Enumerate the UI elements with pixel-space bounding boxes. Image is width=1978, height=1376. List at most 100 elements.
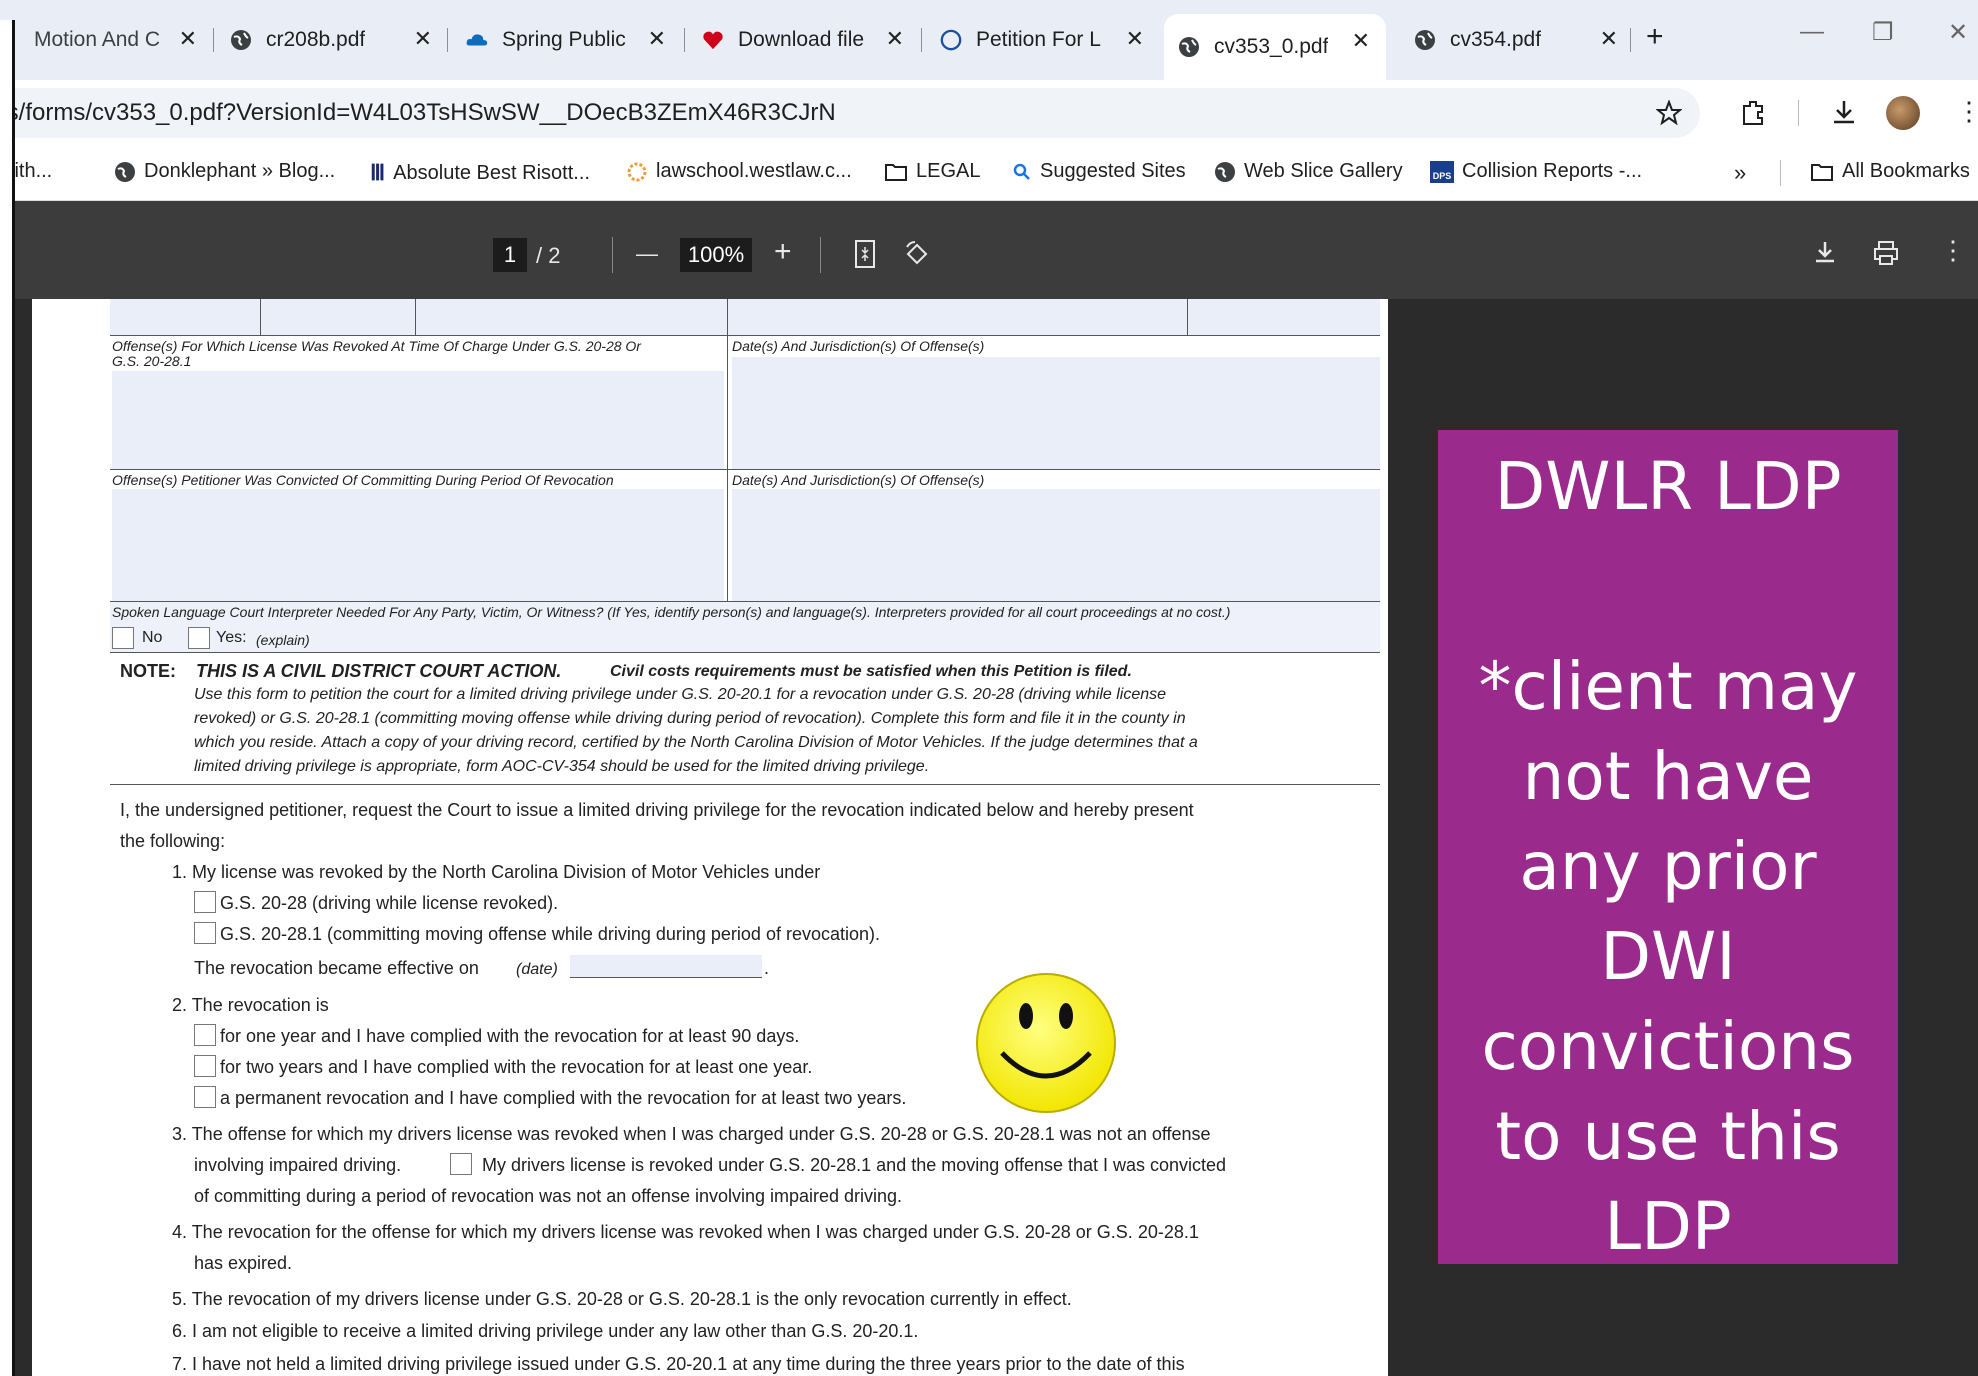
tab-label: cv353_0.pdf [1214, 35, 1329, 58]
close-window-button[interactable]: ✕ [1948, 18, 1968, 47]
close-icon[interactable]: ✕ [1126, 26, 1144, 52]
item-3b: involving impaired driving. [194, 1155, 402, 1175]
page-number-input[interactable]: 1 [493, 238, 527, 272]
avatar[interactable] [1886, 96, 1920, 130]
item-1c-date-label: (date) [516, 961, 558, 978]
item-2b-checkbox[interactable] [194, 1055, 216, 1077]
item-2: 2. The revocation is [172, 995, 329, 1015]
interpreter-no-checkbox[interactable] [112, 627, 134, 649]
page-count: / 2 [536, 243, 561, 268]
offense-convicted-field[interactable] [112, 489, 724, 601]
heart-icon [703, 31, 723, 50]
bookmark-item[interactable]: Ⅲ Absolute Best Risott... [370, 160, 590, 186]
date-jurisdiction-field[interactable] [732, 357, 1380, 469]
all-bookmarks[interactable]: All Bookmarks [1810, 160, 1970, 183]
tab-petition[interactable]: Petition For L ✕ [940, 14, 1152, 66]
annotation-slide: DWLR LDP *client may not have any prior … [1438, 430, 1898, 1265]
close-icon[interactable]: ✕ [179, 26, 197, 52]
note-line: which you reside. Attach a copy of your … [194, 734, 1198, 751]
pdf-page: Offense(s) For Which License Was Revoked… [32, 299, 1388, 1376]
tab-label: cr208b.pdf [266, 28, 366, 51]
item-1b-checkbox[interactable] [194, 922, 216, 944]
item-2c-checkbox[interactable] [194, 1086, 216, 1108]
new-tab-button[interactable]: + [1646, 20, 1664, 54]
print-icon[interactable] [1872, 239, 1900, 267]
tab-cr208b[interactable]: cr208b.pdf ✕ [230, 14, 440, 66]
dps-icon: DPS [1430, 160, 1454, 183]
folder-icon [1811, 163, 1833, 181]
folder-icon [885, 163, 907, 181]
item-1: 1. My license was revoked by the North C… [172, 862, 821, 882]
smiley-face-icon [976, 973, 1116, 1113]
item-7: 7. I have not held a limited driving pri… [172, 1354, 1185, 1374]
circle-icon [940, 29, 962, 51]
intro-line: the following: [120, 831, 226, 851]
item-6: 6. I am not eligible to receive a limite… [172, 1321, 919, 1341]
revocation-date-field[interactable] [570, 955, 762, 978]
zoom-input[interactable]: 100% [680, 238, 752, 272]
date-jurisdiction-label: Date(s) And Jurisdiction(s) Of Offense(s… [732, 338, 985, 354]
tab-cv354[interactable]: cv354.pdf ✕ [1414, 14, 1626, 66]
toolbar: ts/forms/cv353_0.pdf?VersionId=W4L03TsHS… [0, 80, 1978, 146]
more-menu-icon[interactable]: ⋮ [1956, 96, 1978, 127]
close-icon[interactable]: ✕ [1600, 26, 1618, 52]
item-1a: G.S. 20-28 (driving while license revoke… [220, 893, 559, 913]
bookmark-item[interactable]: LEGAL [884, 160, 980, 183]
slide-title: DWLR LDP [1494, 448, 1842, 525]
item-2c: a permanent revocation and I have compli… [220, 1088, 907, 1108]
close-icon[interactable]: ✕ [1352, 28, 1370, 54]
item-2a: for one year and I have complied with th… [220, 1026, 800, 1046]
globe-icon [115, 161, 135, 182]
bookmark-item[interactable]: Suggested Sites [1012, 160, 1186, 183]
note-bold: THIS IS A CIVIL DISTRICT COURT ACTION. [196, 661, 562, 681]
tab-motion[interactable]: Motion And C ✕ [0, 14, 205, 66]
zoom-out-button[interactable]: — [636, 241, 658, 267]
yes-explain-label: (explain) [256, 632, 310, 648]
note-line: Use this form to petition the court for … [194, 686, 1167, 703]
item-3-checkbox[interactable] [450, 1153, 472, 1175]
slide-body: *client may not have any prior DWI convi… [1478, 648, 1858, 1265]
item-2a-checkbox[interactable] [194, 1024, 216, 1046]
tab-spring-public[interactable]: Spring Public ✕ [466, 14, 674, 66]
bookmarks-overflow[interactable]: » [1734, 160, 1746, 186]
item-3a: 3. The offense for which my drivers lice… [172, 1124, 1211, 1144]
item-4b: has expired. [194, 1253, 293, 1273]
item-1c: The revocation became effective on [194, 958, 479, 978]
close-icon[interactable]: ✕ [648, 26, 666, 52]
tab-label: Petition For L [976, 28, 1101, 51]
note-line: revoked) or G.S. 20-28.1 (committing mov… [194, 710, 1186, 727]
note-label: NOTE: [120, 661, 176, 681]
interpreter-label: Spoken Language Court Interpreter Needed… [112, 604, 1231, 620]
columns-icon: Ⅲ [370, 160, 386, 185]
offense-revoked-label-2: G.S. 20-28.1 [112, 353, 192, 369]
rotate-icon[interactable] [902, 239, 932, 269]
minimize-button[interactable]: — [1800, 18, 1824, 46]
bookmark-item[interactable]: DPS Collision Reports -... [1430, 160, 1642, 183]
star-icon[interactable] [1656, 100, 1682, 126]
tab-download-file[interactable]: Download file ✕ [702, 14, 912, 66]
pdf-more-icon[interactable]: ⋮ [1940, 235, 1966, 266]
address-bar[interactable]: ts/forms/cv353_0.pdf?VersionId=W4L03TsHS… [0, 88, 1700, 138]
date-jurisdiction-field-2[interactable] [732, 489, 1380, 601]
item-3d: of committing during a period of revocat… [194, 1186, 903, 1206]
item-3c: My drivers license is revoked under G.S.… [482, 1155, 1227, 1175]
bookmark-item[interactable]: lawschool.westlaw.c... [626, 160, 852, 183]
note-bold-2: Civil costs requirements must be satisfi… [610, 663, 1132, 680]
tab-strip: Motion And C ✕ cr208b.pdf ✕ Spring Publi… [0, 0, 1978, 80]
tab-label: Download file [738, 28, 865, 51]
globe-icon [1215, 161, 1235, 182]
fit-page-icon[interactable] [854, 239, 876, 269]
tab-cv353-active[interactable]: cv353_0.pdf ✕ [1164, 14, 1386, 80]
download-icon[interactable] [1830, 98, 1858, 126]
bookmark-item[interactable]: Donklephant » Blog... [114, 160, 335, 183]
restore-button[interactable]: ❐ [1872, 18, 1894, 47]
close-icon[interactable]: ✕ [414, 26, 432, 52]
close-icon[interactable]: ✕ [886, 26, 904, 52]
interpreter-yes-checkbox[interactable] [188, 627, 210, 649]
zoom-in-button[interactable]: + [774, 235, 792, 269]
item-1a-checkbox[interactable] [194, 891, 216, 913]
offense-revoked-field[interactable] [112, 371, 724, 469]
bookmark-item[interactable]: Web Slice Gallery [1214, 160, 1403, 183]
extensions-icon[interactable] [1740, 98, 1768, 126]
download-icon[interactable] [1812, 239, 1838, 265]
